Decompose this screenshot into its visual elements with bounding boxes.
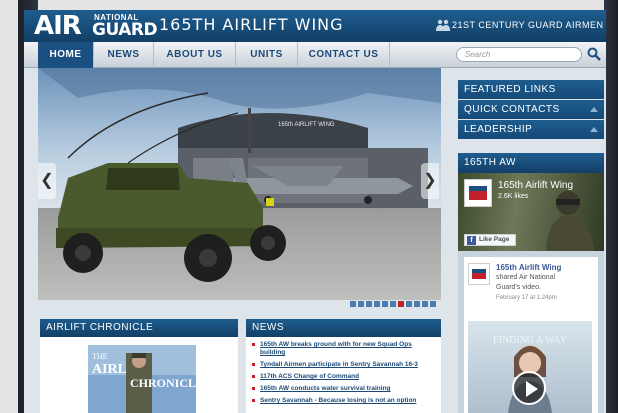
page-shadow-right <box>604 0 618 413</box>
guard-airmen-link[interactable]: 21ST CENTURY GUARD AIRMEN <box>452 20 604 30</box>
expand-arrow-icon <box>590 107 598 112</box>
nav-about-us[interactable]: ABOUT US <box>154 42 236 68</box>
bullet-icon <box>252 343 255 346</box>
news-item-link[interactable]: Sentry Savannah - Because losing is not … <box>260 397 416 404</box>
like-page-label: Like Page <box>479 236 510 243</box>
nav-contact-us[interactable]: CONTACT US <box>298 42 390 68</box>
slide-dot[interactable] <box>430 301 436 307</box>
facebook-likes-count: 2.6K likes <box>498 193 529 200</box>
hero-prev-button[interactable]: ❮ <box>38 163 56 199</box>
post-shared-text: shared Air National <box>496 274 556 281</box>
bullet-icon <box>252 387 255 390</box>
chevron-right-icon: ❯ <box>423 172 437 189</box>
slide-dot[interactable] <box>358 301 364 307</box>
search-icon[interactable] <box>587 47 601 61</box>
like-page-button[interactable]: f Like Page <box>464 234 516 246</box>
nav-news[interactable]: NEWS <box>94 42 154 68</box>
news-heading: NEWS <box>246 319 441 337</box>
bullet-icon <box>252 375 255 378</box>
quick-contacts-label: QUICK CONTACTS <box>464 104 560 115</box>
chevron-left-icon: ❮ <box>40 172 54 189</box>
featured-links-button[interactable]: FEATURED LINKS <box>458 80 604 99</box>
slide-dot[interactable] <box>414 301 420 307</box>
site-title[interactable]: 165TH AIRLIFT WING <box>159 15 344 34</box>
news-item[interactable]: 117th ACS Change of Command <box>252 373 435 381</box>
play-icon[interactable] <box>512 371 546 405</box>
main-nav: HOME NEWS ABOUT US UNITS CONTACT US Sear… <box>24 42 606 68</box>
facebook-page-name[interactable]: 165th Airlift Wing <box>498 180 573 191</box>
slide-dot[interactable] <box>382 301 388 307</box>
expand-arrow-icon <box>590 127 598 132</box>
slide-dot[interactable] <box>398 301 404 307</box>
post-shared-text-2: Guard's video. <box>496 284 541 291</box>
news-item-link[interactable]: 117th ACS Change of Command <box>260 373 359 380</box>
logo-air-text[interactable]: AIR <box>34 11 82 41</box>
facebook-avatar[interactable] <box>464 179 492 207</box>
nav-home[interactable]: HOME <box>38 42 94 68</box>
facebook-icon: f <box>467 236 476 245</box>
featured-links-label: FEATURED LINKS <box>464 84 556 95</box>
post-avatar[interactable] <box>468 263 490 285</box>
quick-contacts-button[interactable]: QUICK CONTACTS <box>458 100 604 119</box>
news-item[interactable]: Sentry Savannah - Because losing is not … <box>252 397 435 405</box>
news-item[interactable]: 165th AW breaks ground with for new Squa… <box>252 341 435 357</box>
leadership-button[interactable]: LEADERSHIP <box>458 120 604 139</box>
logo-guard-text[interactable]: GUARD <box>92 20 158 40</box>
site-container: AIR NATIONAL GUARD 165TH AIRLIFT WING 21… <box>24 10 606 413</box>
facebook-cover[interactable]: 165th Airlift Wing 2.6K likes f Like Page <box>458 173 604 251</box>
video-overlay-text: FINDING A WAY <box>493 335 567 346</box>
news-panel: 165th AW breaks ground with for new Squa… <box>246 337 441 413</box>
leadership-label: LEADERSHIP <box>464 124 533 135</box>
hero-slideshow[interactable]: 165th AIRLIFT WING ❮ ❯ <box>38 68 441 300</box>
slide-dot[interactable] <box>390 301 396 307</box>
people-icon[interactable] <box>436 19 450 31</box>
news-item-link[interactable]: Tyndall Airmen participate in Sentry Sav… <box>260 361 418 368</box>
post-timestamp[interactable]: February 17 at 1:24pm <box>496 295 557 301</box>
news-item[interactable]: Tyndall Airmen participate in Sentry Sav… <box>252 361 435 369</box>
facebook-widget: 165th Airlift Wing 2.6K likes f Like Page… <box>458 173 604 413</box>
post-page-name[interactable]: 165th Airlift Wing <box>496 263 561 272</box>
news-item-link[interactable]: 165th AW breaks ground with for new Squa… <box>260 341 412 356</box>
facebook-post: 165th Airlift Wing shared Air National G… <box>464 257 598 413</box>
site-header: AIR NATIONAL GUARD 165TH AIRLIFT WING 21… <box>24 10 606 42</box>
news-item[interactable]: 165th AW conducts water survival trainin… <box>252 385 435 393</box>
cover-chronicle-text: CHRONICLE <box>130 376 196 390</box>
bullet-icon <box>252 399 255 402</box>
hero-next-button[interactable]: ❯ <box>421 163 439 199</box>
cover-the-text: THE <box>92 352 108 361</box>
hero-photo: 165th AIRLIFT WING <box>38 68 441 300</box>
chronicle-panel: THE AIRLIFT CHRONICLE <box>40 337 238 413</box>
slide-dot[interactable] <box>366 301 372 307</box>
news-item-link[interactable]: 165th AW conducts water survival trainin… <box>260 385 391 392</box>
chronicle-heading: AIRLIFT CHRONICLE <box>40 319 238 337</box>
sidebar-links: FEATURED LINKS QUICK CONTACTS LEADERSHIP <box>458 80 604 140</box>
search-input[interactable]: Search <box>456 47 582 62</box>
slide-dot[interactable] <box>422 301 428 307</box>
slide-dot[interactable] <box>374 301 380 307</box>
slide-dot[interactable] <box>350 301 356 307</box>
hangar-sign: 165th AIRLIFT WING <box>278 122 335 128</box>
bullet-icon <box>252 363 255 366</box>
slide-dot[interactable] <box>406 301 412 307</box>
nav-units[interactable]: UNITS <box>236 42 298 68</box>
aw-heading: 165TH AW <box>458 153 604 173</box>
post-video[interactable]: FINDING A WAY <box>468 321 592 413</box>
chronicle-cover[interactable]: THE AIRLIFT CHRONICLE <box>88 345 196 413</box>
